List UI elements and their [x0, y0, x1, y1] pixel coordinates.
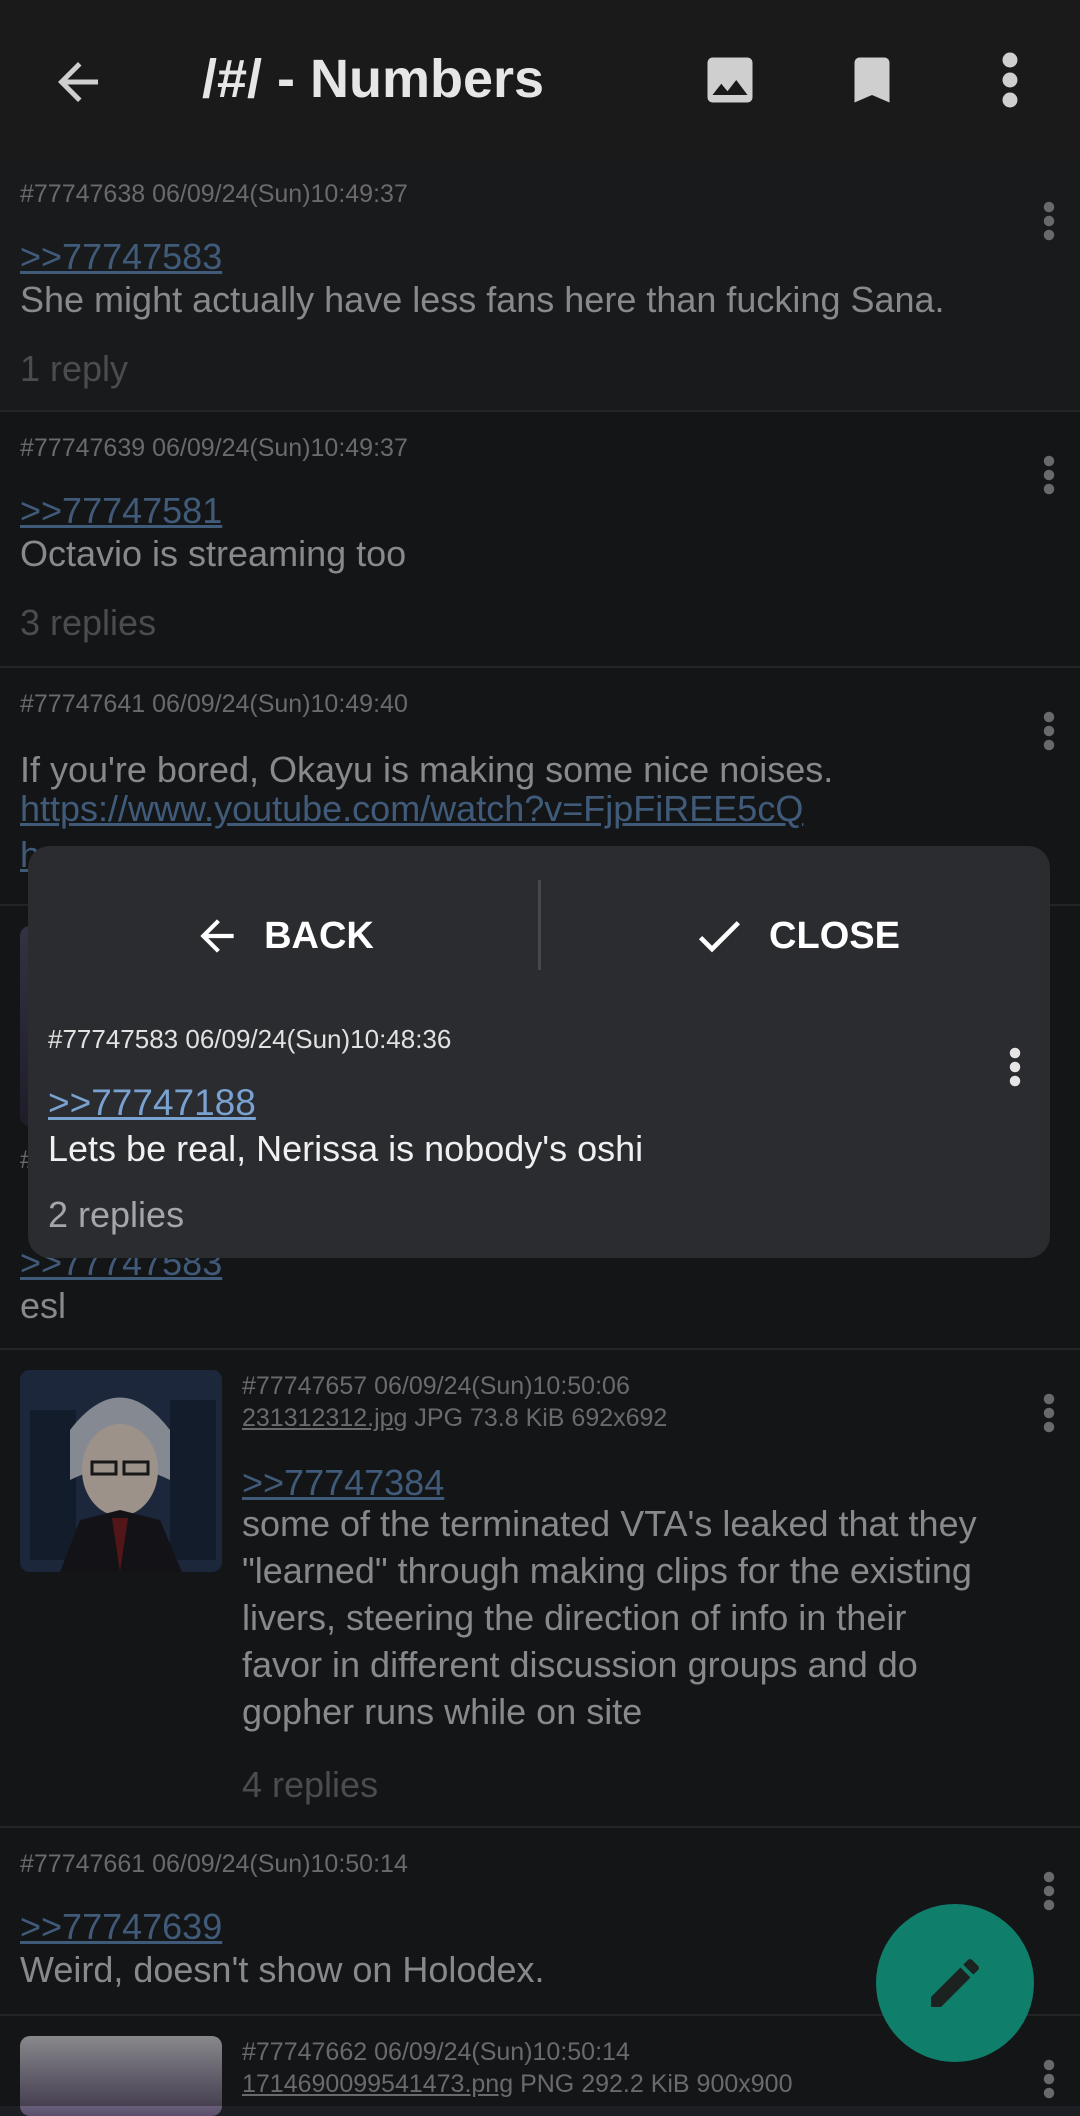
- post-body-line: livers, steering the direction of info i…: [242, 1597, 907, 1638]
- post-meta: #77747641 06/09/24(Sun)10:49:40: [20, 690, 408, 718]
- post-body: If you're bored, Okayu is making some ni…: [20, 749, 834, 790]
- post-body: She might actually have less fans here t…: [20, 279, 945, 320]
- post-meta: #77747638 06/09/24(Sun)10:49:37: [20, 180, 408, 208]
- bookmark-icon[interactable]: [842, 50, 902, 110]
- post-body-line: gopher runs while on site: [242, 1691, 643, 1732]
- check-icon: [698, 921, 741, 953]
- post-item[interactable]: #77747657 06/09/24(Sun)10:50:06 23131231…: [0, 1350, 1080, 1828]
- youtube-link[interactable]: https://www.youtube.com/watch?v=FjpFiREE…: [20, 788, 803, 830]
- arrow-left-icon: [200, 919, 234, 953]
- file-name-link[interactable]: 1714690099541473.png: [242, 2070, 513, 2098]
- more-vert-icon[interactable]: [990, 50, 1030, 110]
- post-meta: #77747639 06/09/24(Sun)10:49:37: [20, 434, 408, 462]
- reply-popup: BACK CLOSE #77747583 06/09/24(Sun)10:48:…: [28, 846, 1050, 1258]
- post-body: esl: [20, 1285, 67, 1326]
- popup-more-icon[interactable]: [1008, 1042, 1022, 1092]
- file-details: PNG 292.2 KiB 900x900: [513, 2070, 793, 2098]
- quote-link[interactable]: >>77747583: [20, 236, 222, 278]
- replies-link[interactable]: 3 replies: [20, 602, 156, 644]
- replies-link[interactable]: 1 reply: [20, 348, 128, 390]
- file-details: JPG 73.8 KiB 692x692: [407, 1404, 668, 1432]
- post-more-icon[interactable]: [1042, 1866, 1056, 1916]
- avatar-illustration: [20, 1370, 222, 1572]
- post-thumbnail[interactable]: [20, 2036, 222, 2116]
- pencil-icon: [931, 1958, 979, 2007]
- quote-link[interactable]: >>77747384: [242, 1462, 444, 1504]
- file-info: 231312312.jpg JPG 73.8 KiB 692x692: [242, 1404, 667, 1433]
- post-body: Weird, doesn't show on Holodex.: [20, 1949, 545, 1990]
- post-body: some of the terminated VTA's leaked that…: [242, 1500, 977, 1735]
- post-body-line: "learned" through making clips for the e…: [242, 1550, 972, 1591]
- compose-fab[interactable]: [876, 1904, 1034, 2062]
- post-thumbnail[interactable]: [20, 1370, 222, 1572]
- post-more-icon[interactable]: [1042, 450, 1056, 500]
- post-more-icon[interactable]: [1042, 706, 1056, 756]
- post-meta: #77747661 06/09/24(Sun)10:50:14: [20, 1850, 408, 1878]
- popup-close-button[interactable]: CLOSE: [541, 886, 1050, 986]
- popup-post-body: Lets be real, Nerissa is nobody's oshi: [48, 1128, 644, 1169]
- post-more-icon[interactable]: [1042, 196, 1056, 246]
- post-more-icon[interactable]: [1042, 2054, 1056, 2104]
- post-more-icon[interactable]: [1042, 1388, 1056, 1438]
- popup-quote-link[interactable]: >>77747188: [48, 1082, 256, 1124]
- post-body-line: favor in different discussion groups and…: [242, 1644, 918, 1685]
- post-item[interactable]: #77747638 06/09/24(Sun)10:49:37 >>777475…: [0, 158, 1080, 412]
- image-icon[interactable]: [700, 50, 760, 110]
- file-info: 1714690099541473.png PNG 292.2 KiB 900x9…: [242, 2070, 792, 2099]
- replies-link[interactable]: 4 replies: [242, 1764, 378, 1806]
- post-meta: #77747662 06/09/24(Sun)10:50:14: [242, 2038, 630, 2066]
- post-body-line: some of the terminated VTA's leaked that…: [242, 1503, 977, 1544]
- popup-post-meta: #77747583 06/09/24(Sun)10:48:36: [48, 1024, 452, 1054]
- file-name-link[interactable]: 231312312.jpg: [242, 1404, 407, 1432]
- quote-link[interactable]: >>77747639: [20, 1906, 222, 1948]
- popup-replies-link[interactable]: 2 replies: [48, 1194, 184, 1236]
- post-item[interactable]: #77747639 06/09/24(Sun)10:49:37 >>777475…: [0, 412, 1080, 668]
- app-bar: /#/ - Numbers: [0, 0, 1080, 158]
- quote-link[interactable]: >>77747581: [20, 490, 222, 532]
- back-label: BACK: [264, 914, 374, 957]
- back-arrow-icon[interactable]: [48, 52, 108, 112]
- post-meta: #77747657 06/09/24(Sun)10:50:06: [242, 1372, 630, 1400]
- close-label: CLOSE: [769, 914, 900, 957]
- post-body: Octavio is streaming too: [20, 533, 407, 574]
- board-title: /#/ - Numbers: [202, 49, 545, 109]
- popup-back-button[interactable]: BACK: [28, 886, 538, 986]
